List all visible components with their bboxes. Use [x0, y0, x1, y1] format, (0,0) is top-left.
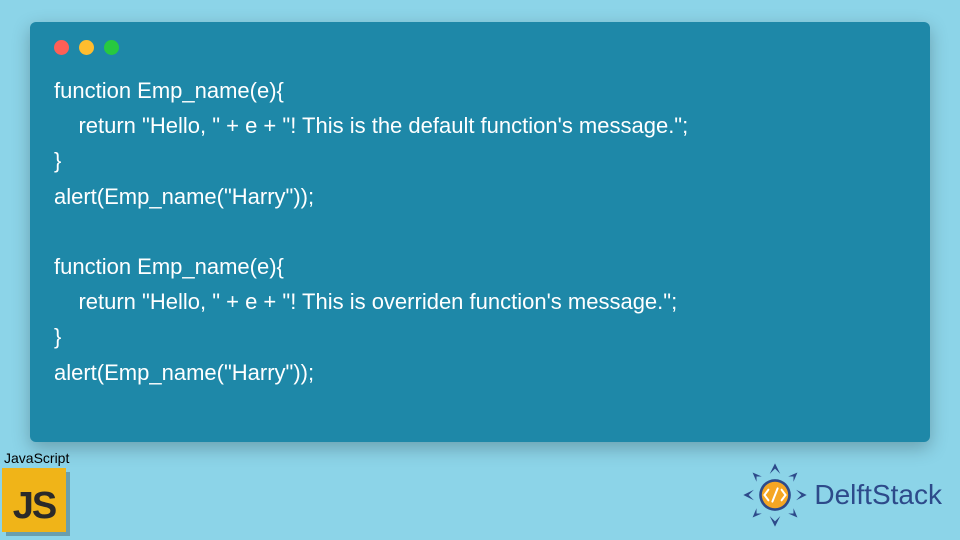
maximize-icon [104, 40, 119, 55]
delftstack-logo-icon [742, 462, 808, 528]
code-window: function Emp_name(e){ return "Hello, " +… [30, 22, 930, 442]
close-icon [54, 40, 69, 55]
delftstack-brand: DelftStack [742, 462, 942, 528]
brand-name: DelftStack [814, 479, 942, 511]
javascript-badge: JavaScript JS [2, 450, 69, 532]
js-logo-icon: JS [2, 468, 66, 532]
js-logo-text: JS [13, 485, 55, 528]
window-controls [54, 40, 906, 55]
language-label: JavaScript [4, 450, 69, 466]
code-block: function Emp_name(e){ return "Hello, " +… [54, 73, 906, 390]
minimize-icon [79, 40, 94, 55]
